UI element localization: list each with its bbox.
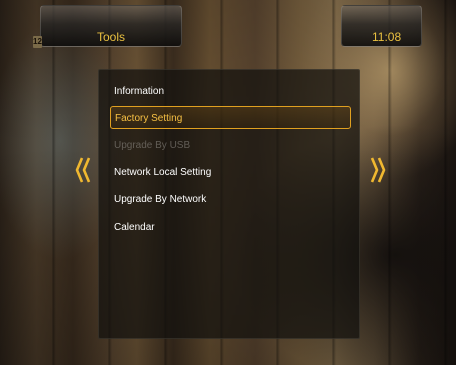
menu-item-network-local-setting[interactable]: Network Local Setting — [113, 161, 351, 184]
page-title: Tools — [97, 30, 126, 44]
clock-panel: 11:08 — [341, 5, 422, 47]
double-chevron-left-icon[interactable] — [75, 156, 91, 184]
title-bar: Tools — [40, 5, 182, 47]
menu-item-label: Network Local Setting — [114, 167, 212, 178]
double-chevron-right-icon[interactable] — [370, 156, 386, 184]
menu-item-label: Upgrade By Network — [114, 194, 207, 205]
tv-screen: Tools 11:08 12 Information Factory Setti… — [0, 0, 456, 365]
menu-item-calendar[interactable]: Calendar — [113, 216, 351, 239]
menu-item-factory-setting[interactable]: Factory Setting — [110, 106, 351, 129]
menu-item-upgrade-network[interactable]: Upgrade By Network — [113, 188, 351, 211]
menu-item-upgrade-usb: Upgrade By USB — [113, 134, 351, 157]
menu-item-label: Calendar — [114, 222, 155, 233]
menu-item-label: Information — [114, 86, 165, 97]
clock-time: 11:08 — [372, 30, 402, 44]
menu-item-information[interactable]: Information — [113, 80, 351, 103]
menu-item-label: Upgrade By USB — [114, 140, 191, 151]
channel-badge: 12 — [33, 36, 42, 48]
menu-item-label: Factory Setting — [115, 113, 183, 124]
